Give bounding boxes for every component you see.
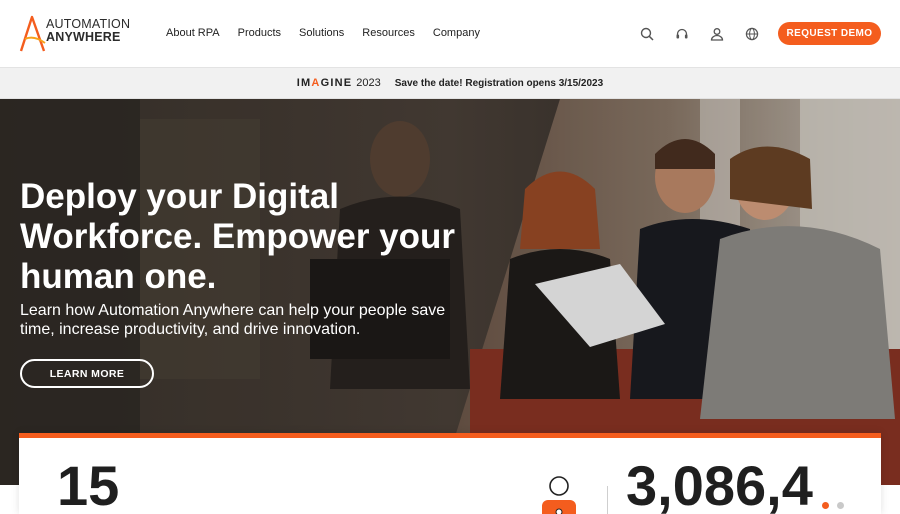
learn-more-button[interactable]: LEARN MORE (20, 359, 154, 388)
stats-card: 15 3,086,4 (19, 433, 881, 514)
brand-line2: ANYWHERE (46, 30, 121, 44)
imagine-logo: IMAGINE (297, 77, 352, 89)
announcement-text[interactable]: Save the date! Registration opens 3/15/2… (395, 78, 603, 89)
nav-solutions[interactable]: Solutions (299, 27, 344, 39)
nav-resources[interactable]: Resources (362, 27, 415, 39)
search-icon[interactable] (638, 25, 656, 43)
hero-banner: Deploy your Digital Workforce. Empower y… (0, 99, 900, 485)
imagine-a: A (311, 77, 321, 89)
user-icon[interactable] (708, 25, 726, 43)
robot-icon (542, 476, 576, 514)
globe-icon[interactable] (743, 25, 761, 43)
imagine-post: GINE (320, 77, 353, 89)
carousel-dot-1[interactable] (822, 502, 829, 509)
logo-a-icon (19, 15, 46, 52)
stat-value-left: 15 (57, 454, 120, 514)
carousel-dots (822, 502, 844, 509)
main-nav: About RPA Products Solutions Resources C… (166, 27, 498, 39)
announcement-bar[interactable]: IMAGINE 2023 Save the date! Registration… (0, 68, 900, 99)
brand-logo[interactable]: AUTOMATION ANYWHERE (18, 13, 130, 53)
brand-wordmark: AUTOMATION ANYWHERE (46, 18, 130, 44)
nav-products[interactable]: Products (238, 27, 281, 39)
headset-icon[interactable] (673, 25, 691, 43)
nav-about-rpa[interactable]: About RPA (166, 27, 220, 39)
imagine-pre: IM (296, 77, 312, 89)
header-icons (638, 25, 778, 43)
stat-value-right: 3,086,4 (626, 454, 813, 514)
site-header: AUTOMATION ANYWHERE About RPA Products S… (0, 0, 900, 68)
hero-subtitle: Learn how Automation Anywhere can help y… (20, 302, 446, 338)
request-demo-button[interactable]: REQUEST DEMO (778, 22, 881, 45)
nav-company[interactable]: Company (433, 27, 480, 39)
brand-line1: AUTOMATION (46, 17, 131, 31)
carousel-dot-2[interactable] (837, 502, 844, 509)
hero-title: Deploy your Digital Workforce. Empower y… (20, 177, 456, 296)
imagine-year: 2023 (356, 77, 381, 89)
stats-divider (607, 486, 608, 514)
